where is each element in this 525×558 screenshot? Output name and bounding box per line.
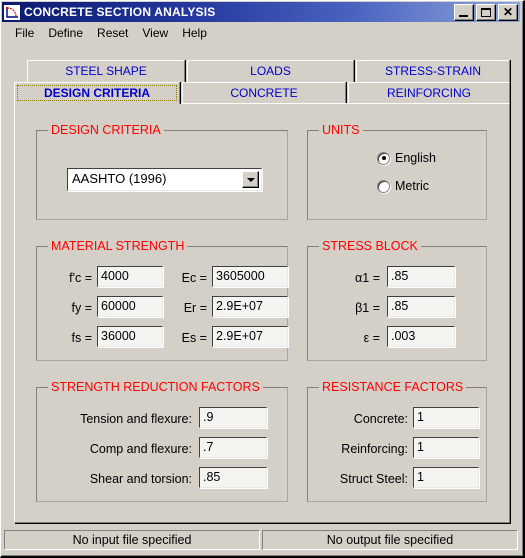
input-fy[interactable]: 60000 (97, 296, 163, 317)
input-comp-and-flexure[interactable]: .7 (199, 437, 267, 458)
menu-item-file[interactable]: File (8, 25, 41, 41)
label-epsilon: ε = (363, 331, 380, 345)
menu-bar: File Define Reset View Help (2, 23, 520, 42)
input-tension-and-flexure[interactable]: .9 (199, 407, 267, 428)
radio-english-mark (377, 151, 390, 165)
title-bar[interactable]: CONCRETE SECTION ANALYSIS ✕ (2, 2, 520, 22)
radio-metric-label: Metric (395, 179, 430, 193)
tab-reinforcing[interactable]: REINFORCING (348, 82, 510, 104)
tab-steel-shape[interactable]: STEEL SHAPE (27, 60, 185, 82)
design-criteria-combo-value: AASHTO (1996) (72, 171, 167, 186)
minimize-button[interactable] (454, 3, 474, 21)
input-shear-and-torsion[interactable]: .85 (199, 467, 267, 488)
tab-label: STEEL SHAPE (65, 64, 147, 78)
group-legend-material-strength: MATERIAL STRENGTH (48, 239, 188, 253)
window-controls: ✕ (454, 3, 518, 21)
radio-english[interactable]: English (377, 151, 436, 165)
input-reinforcing[interactable]: 1 (413, 437, 479, 458)
group-legend-strength-reduction-factors: STRENGTH REDUCTION FACTORS (48, 380, 263, 394)
tab-label: STRESS-STRAIN (384, 64, 481, 78)
maximize-icon (481, 7, 491, 17)
input-es[interactable]: 2.9E+07 (212, 326, 288, 347)
status-input-file: No input file specified (4, 530, 260, 550)
group-resistance-factors: RESISTANCE FACTORS Concrete: 1 Reinforci… (307, 380, 487, 502)
group-legend-units: UNITS (319, 123, 363, 137)
group-legend-stress-block: STRESS BLOCK (319, 239, 421, 253)
close-button[interactable]: ✕ (498, 3, 518, 21)
label-alpha1: α1 = (355, 271, 380, 285)
menu-item-view[interactable]: View (135, 25, 175, 41)
close-icon: ✕ (502, 4, 514, 19)
label-struct-steel: Struct Steel: (339, 472, 408, 486)
input-alpha1[interactable]: .85 (387, 266, 455, 287)
minimize-icon (459, 14, 468, 17)
application-window: CONCRETE SECTION ANALYSIS ✕ File Define … (0, 0, 525, 558)
tab-label: DESIGN CRITERIA (43, 86, 150, 100)
status-output-file: No output file specified (262, 530, 518, 550)
radio-metric[interactable]: Metric (377, 179, 429, 193)
input-er[interactable]: 2.9E+07 (212, 296, 288, 317)
radio-english-label: English (395, 151, 436, 165)
chevron-down-icon (247, 178, 255, 182)
concrete-section-icon (4, 4, 20, 20)
window-title: CONCRETE SECTION ANALYSIS (24, 5, 216, 19)
label-comp-and-flexure: Comp and flexure: (89, 442, 192, 456)
group-design-criteria: DESIGN CRITERIA AASHTO (1996) (36, 123, 288, 220)
label-fy: fy = (71, 301, 93, 315)
menu-item-define[interactable]: Define (41, 25, 90, 41)
tab-loads[interactable]: LOADS (187, 60, 354, 82)
label-es: Es = (181, 331, 207, 345)
tab-label: REINFORCING (387, 86, 471, 100)
group-strength-reduction-factors: STRENGTH REDUCTION FACTORS Tension and f… (36, 380, 288, 502)
tab-stress-strain[interactable]: STRESS-STRAIN (356, 60, 510, 82)
design-criteria-combo-button[interactable] (242, 171, 259, 188)
input-ec[interactable]: 3605000 (212, 266, 288, 287)
tab-strip: STEEL SHAPE LOADS STRESS-STRAIN DESIGN C… (14, 60, 510, 104)
group-stress-block: STRESS BLOCK α1 = .85 β1 = .85 ε = .003 (307, 239, 487, 361)
menu-item-help[interactable]: Help (175, 25, 214, 41)
tab-concrete[interactable]: CONCRETE (182, 82, 346, 104)
design-criteria-combo[interactable]: AASHTO (1996) (67, 168, 262, 191)
group-legend-design-criteria: DESIGN CRITERIA (48, 123, 164, 137)
tab-label: CONCRETE (230, 86, 298, 100)
group-units: UNITS English Metric (307, 123, 487, 220)
group-material-strength: MATERIAL STRENGTH f'c = 4000 fy = 60000 … (36, 239, 288, 361)
label-fc: f'c = (69, 271, 92, 285)
status-bar: No input file specified No output file s… (4, 530, 518, 550)
tab-design-criteria[interactable]: DESIGN CRITERIA (14, 82, 180, 104)
radio-selected-dot (381, 156, 386, 160)
tab-label: LOADS (250, 64, 291, 78)
label-reinforcing: Reinforcing: (341, 442, 408, 456)
label-er: Er = (183, 301, 207, 315)
radio-metric-mark (377, 179, 390, 193)
label-beta1: β1 = (355, 301, 380, 315)
label-ec: Ec = (181, 271, 207, 285)
input-fc[interactable]: 4000 (97, 266, 163, 287)
input-struct-steel[interactable]: 1 (413, 467, 479, 488)
input-epsilon[interactable]: .003 (387, 326, 455, 347)
maximize-button[interactable] (476, 3, 496, 21)
input-concrete[interactable]: 1 (413, 407, 479, 428)
menu-item-reset[interactable]: Reset (90, 25, 135, 41)
group-legend-resistance-factors: RESISTANCE FACTORS (319, 380, 467, 394)
label-shear-and-torsion: Shear and torsion: (89, 472, 192, 486)
label-tension-and-flexure: Tension and flexure: (80, 412, 192, 426)
input-beta1[interactable]: .85 (387, 296, 455, 317)
tab-page-design-criteria: DESIGN CRITERIA AASHTO (1996) UNITS Engl… (14, 103, 510, 523)
label-concrete: Concrete: (353, 412, 408, 426)
label-fs: fs = (71, 331, 93, 345)
input-fs[interactable]: 36000 (97, 326, 163, 347)
